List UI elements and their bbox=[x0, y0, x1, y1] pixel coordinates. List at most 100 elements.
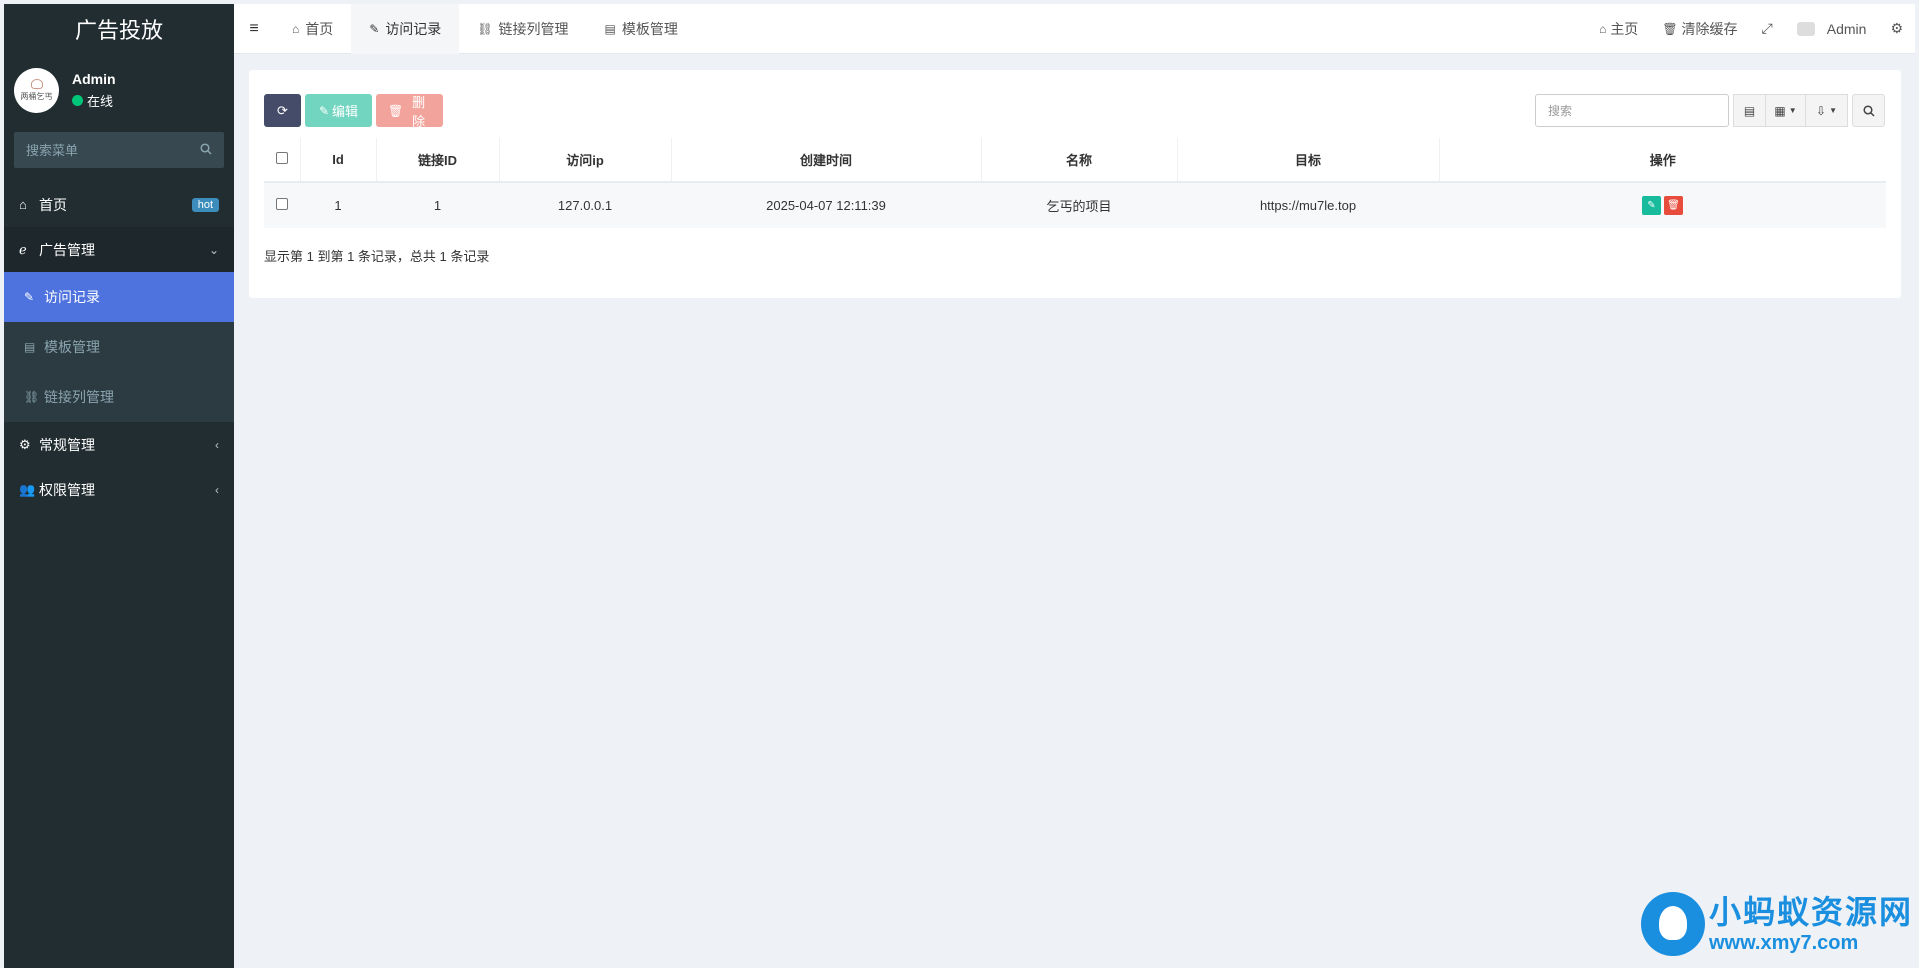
chevron-left-icon: ‹ bbox=[215, 482, 219, 497]
top-right-tools: ⌂ 主页 🗑 清除缓存 ⤢ Admin ⚙ bbox=[1587, 4, 1915, 54]
sidebar-item-visit-records[interactable]: ✎ 访问记录 bbox=[4, 272, 234, 322]
top-navbar: ≡ ⌂ 首页 ✎ 访问记录 ⛓ 链接列管理 ▤ 模板管理 ⌂ 主页 🗑 清除缓存… bbox=[234, 3, 1915, 54]
unlink-icon: ⛓ bbox=[477, 21, 493, 36]
user-name: Admin bbox=[72, 70, 116, 87]
chevron-down-icon: ⌄ bbox=[208, 242, 219, 257]
watermark-url: www.xmy7.com bbox=[1708, 932, 1859, 954]
advanced-search-button[interactable] bbox=[1852, 94, 1885, 127]
pencil-icon: ✎ bbox=[24, 290, 35, 304]
sidebar-item-label: 首页 bbox=[39, 196, 67, 213]
clear-cache-label: 清除缓存 bbox=[1681, 20, 1738, 37]
column-header-name[interactable]: 名称 bbox=[981, 138, 1178, 183]
table-icon: ▤ bbox=[24, 340, 36, 354]
select-all-header bbox=[264, 138, 301, 183]
user-panel: 两桶乞丐 Admin 在线 bbox=[4, 54, 234, 126]
homepage-link[interactable]: ⌂ 主页 bbox=[1587, 19, 1650, 39]
trash-icon: 🗑 bbox=[388, 103, 404, 118]
pencil-icon: ✎ bbox=[318, 103, 330, 118]
menu-search bbox=[14, 132, 224, 168]
column-header-ip[interactable]: 访问ip bbox=[499, 138, 672, 183]
tab-label: 访问记录 bbox=[385, 20, 442, 37]
home-icon: ⌂ bbox=[292, 21, 300, 36]
sidebar-item-label: 权限管理 bbox=[39, 481, 95, 498]
sidebar-item-home[interactable]: ⌂ 首页 hot bbox=[4, 182, 234, 227]
refresh-button[interactable]: ⟳ bbox=[264, 94, 301, 127]
menu-search-input[interactable] bbox=[26, 142, 186, 158]
column-header-link-id[interactable]: 链接ID bbox=[376, 138, 500, 183]
sidebar-item-general-management[interactable]: ⚙ 常规管理 ‹ bbox=[4, 422, 234, 467]
table-header-row: Id 链接ID 访问ip 创建时间 名称 目标 操作 bbox=[264, 138, 1886, 183]
sidebar-menu: ⌂ 首页 hot ℯ 广告管理 ⌄ ✎ 访问记录 ▤ 模板管理 ⛓ 链接列管理 … bbox=[4, 182, 234, 512]
column-header-id[interactable]: Id bbox=[300, 138, 377, 183]
row-select-cell bbox=[264, 182, 300, 228]
tab-link-list-management[interactable]: ⛓ 链接列管理 bbox=[459, 4, 586, 54]
select-all-checkbox[interactable] bbox=[275, 152, 288, 164]
pencil-icon: ✎ bbox=[369, 21, 380, 36]
sidebar: 广告投放 两桶乞丐 Admin 在线 ⌂ 首页 hot ℯ 广告管理 ⌄ bbox=[4, 4, 234, 968]
column-header-actions: 操作 bbox=[1439, 138, 1886, 183]
tab-label: 首页 bbox=[305, 20, 334, 37]
brand-title[interactable]: 广告投放 bbox=[4, 4, 234, 54]
sidebar-item-label: 链接列管理 bbox=[44, 389, 114, 405]
table-row[interactable]: 1 1 127.0.0.1 2025-04-07 12:11:39 乞丐的项目 … bbox=[264, 182, 1886, 228]
sidebar-toggle-icon[interactable]: ≡ bbox=[234, 20, 274, 38]
sidebar-item-label: 常规管理 bbox=[39, 436, 95, 453]
home-icon: ⌂ bbox=[19, 197, 27, 212]
row-delete-button[interactable]: 🗑 bbox=[1664, 196, 1683, 215]
search-icon[interactable] bbox=[200, 142, 212, 158]
sidebar-item-permission-management[interactable]: 👥 权限管理 ‹ bbox=[4, 467, 234, 512]
row-checkbox[interactable] bbox=[276, 198, 288, 210]
edit-button[interactable]: ✎ 编辑 bbox=[305, 94, 372, 127]
row-edit-button[interactable]: ✎ bbox=[1642, 196, 1661, 215]
clear-cache-button[interactable]: 🗑 清除缓存 bbox=[1650, 19, 1749, 39]
pencil-icon: ✎ bbox=[1647, 200, 1656, 211]
tab-template-management[interactable]: ▤ 模板管理 bbox=[587, 4, 696, 54]
avatar-logo-icon bbox=[30, 78, 43, 89]
cell-id: 1 bbox=[300, 182, 376, 228]
unlink-icon: ⛓ bbox=[24, 390, 40, 404]
group-icon: 👥 bbox=[19, 481, 36, 497]
ad-submenu: ✎ 访问记录 ▤ 模板管理 ⛓ 链接列管理 bbox=[4, 272, 234, 422]
sidebar-item-label: 广告管理 bbox=[39, 241, 95, 258]
ant-logo-icon bbox=[1640, 892, 1705, 956]
caret-down-icon: ▼ bbox=[1788, 106, 1797, 115]
hot-badge: hot bbox=[191, 197, 219, 212]
settings-cogs-icon[interactable]: ⚙ bbox=[1878, 20, 1915, 37]
user-menu[interactable]: Admin bbox=[1785, 21, 1879, 37]
ie-icon: ℯ bbox=[19, 241, 27, 257]
avatar-text: 两桶乞丐 bbox=[20, 91, 53, 101]
export-dropdown[interactable]: ⇩ ▼ bbox=[1806, 94, 1848, 127]
avatar bbox=[1796, 21, 1815, 36]
sidebar-item-link-list-management[interactable]: ⛓ 链接列管理 bbox=[4, 372, 234, 422]
trash-icon: 🗑 bbox=[1667, 200, 1680, 211]
columns-dropdown[interactable]: ▦ ▼ bbox=[1766, 94, 1806, 127]
online-dot-icon bbox=[72, 94, 83, 106]
sidebar-item-template-management[interactable]: ▤ 模板管理 bbox=[4, 322, 234, 372]
table-search-input[interactable] bbox=[1535, 94, 1729, 127]
delete-button[interactable]: 🗑 删除 bbox=[376, 94, 443, 129]
cogs-icon: ⚙ bbox=[19, 436, 31, 452]
fullscreen-icon[interactable]: ⤢ bbox=[1750, 20, 1785, 37]
column-header-created-time[interactable]: 创建时间 bbox=[671, 138, 982, 183]
homepage-label: 主页 bbox=[1610, 20, 1639, 37]
column-header-target[interactable]: 目标 bbox=[1177, 138, 1440, 183]
cell-link-id: 1 bbox=[376, 182, 499, 228]
user-status-label: 在线 bbox=[87, 93, 114, 109]
content-panel: ⟳ ✎ 编辑 🗑 删除 ▤ ▦▼ ⇩▼ bbox=[249, 70, 1901, 298]
watermark: 小蚂蚁资源网 www.xmy7.com bbox=[1640, 892, 1913, 956]
pagination-info: 显示第 1 到第 1 条记录，总共 1 条记录 bbox=[264, 249, 490, 264]
cell-created-time: 2025-04-07 12:11:39 bbox=[671, 182, 981, 228]
tab-label: 模板管理 bbox=[621, 20, 678, 37]
view-button-group: ▤ ▦ ▼ ⇩ ▼ bbox=[1733, 94, 1848, 127]
tab-visit-records[interactable]: ✎ 访问记录 bbox=[351, 3, 460, 54]
list-icon: ▤ bbox=[1743, 103, 1756, 118]
sidebar-item-ad-management[interactable]: ℯ 广告管理 ⌄ bbox=[4, 227, 234, 272]
tab-home[interactable]: ⌂ 首页 bbox=[274, 4, 351, 54]
cell-actions: ✎ 🗑 bbox=[1439, 182, 1886, 228]
cell-name: 乞丐的项目 bbox=[981, 182, 1177, 228]
user-menu-label: Admin bbox=[1826, 20, 1867, 37]
tab-label: 链接列管理 bbox=[498, 20, 569, 37]
watermark-title: 小蚂蚁资源网 bbox=[1708, 894, 1913, 930]
card-view-toggle[interactable]: ▤ bbox=[1733, 94, 1766, 127]
home-icon: ⌂ bbox=[1599, 21, 1607, 36]
